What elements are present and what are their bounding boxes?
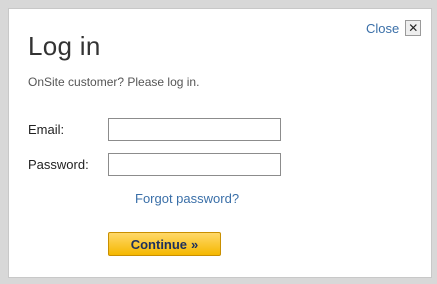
password-label: Password: (28, 157, 89, 172)
continue-label: Continue (130, 236, 188, 252)
close-label: Close (366, 20, 400, 36)
login-dialog: Log in Close ✕ OnSite customer? Please l… (8, 8, 432, 278)
dialog-subtitle: OnSite customer? Please log in. (28, 75, 200, 89)
double-chevron-right-icon: » (191, 236, 199, 252)
password-field[interactable] (108, 153, 281, 176)
close-button[interactable]: Close ✕ (366, 20, 422, 36)
email-label: Email: (28, 122, 65, 137)
continue-button[interactable]: Continue » (108, 232, 221, 256)
modal-overlay: Log in Close ✕ OnSite customer? Please l… (0, 0, 437, 284)
close-icon[interactable]: ✕ (405, 20, 422, 36)
dialog-title: Log in (28, 31, 101, 61)
forgot-password-link[interactable]: Forgot password? (135, 191, 239, 206)
email-field[interactable] (108, 118, 281, 141)
